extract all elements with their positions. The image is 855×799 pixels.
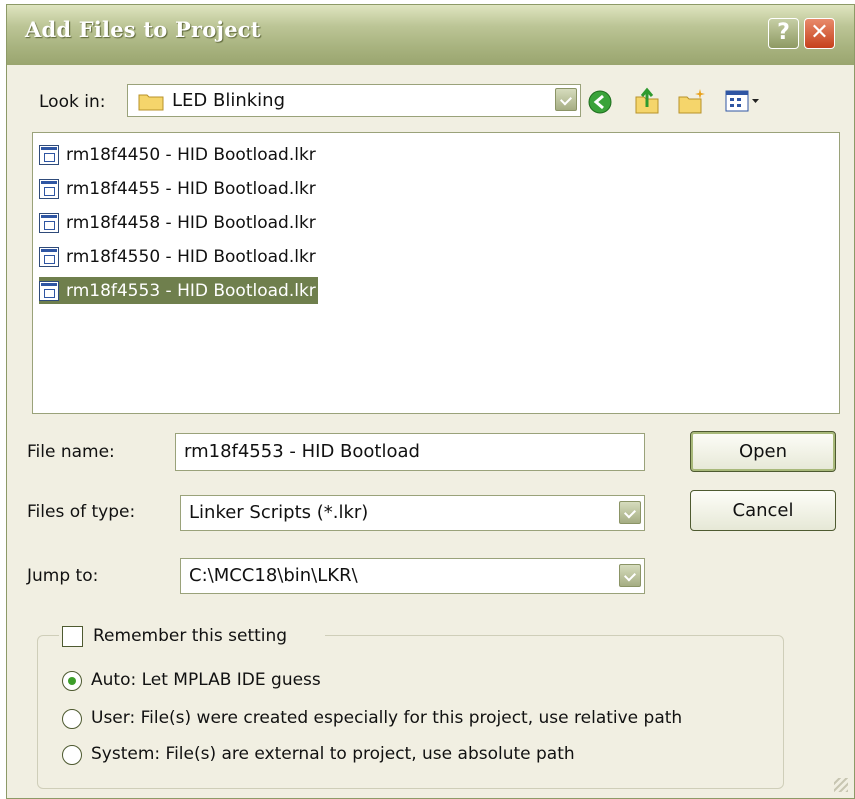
file-item[interactable]: rm18f4550 - HID Bootload.lkr: [39, 243, 318, 270]
cancel-button[interactable]: Cancel: [690, 490, 836, 531]
linker-file-icon: [39, 246, 59, 267]
file-item[interactable]: rm18f4458 - HID Bootload.lkr: [39, 209, 318, 236]
back-icon[interactable]: [587, 89, 613, 115]
file-name-text: rm18f4550 - HID Bootload.lkr: [66, 246, 316, 267]
new-folder-icon[interactable]: [677, 87, 707, 115]
help-button[interactable]: ?: [768, 18, 799, 49]
jump-to-dropdown-icon[interactable]: [619, 564, 641, 587]
linker-file-icon: [39, 144, 59, 165]
auto-radio-label: Auto: Let MPLAB IDE guess: [91, 670, 321, 690]
remember-setting-label: Remember this setting: [93, 626, 288, 646]
file-item[interactable]: rm18f4450 - HID Bootload.lkr: [39, 141, 318, 168]
look-in-dropdown-icon[interactable]: [555, 88, 577, 111]
look-in-combo[interactable]: LED Blinking: [127, 84, 581, 117]
up-folder-icon[interactable]: [633, 85, 661, 115]
jump-to-value: C:\MCC18\bin\LKR\: [189, 565, 358, 586]
linker-file-icon: [39, 212, 59, 233]
file-name-text: rm18f4455 - HID Bootload.lkr: [66, 178, 316, 199]
system-radio-label: System: File(s) are external to project,…: [91, 744, 575, 764]
system-radio[interactable]: [62, 745, 82, 765]
dialog-title: Add Files to Project: [25, 17, 261, 42]
file-list[interactable]: rm18f4450 - HID Bootload.lkr rm18f4455 -…: [32, 132, 840, 414]
files-of-type-value: Linker Scripts (*.lkr): [189, 502, 369, 523]
file-item-selected[interactable]: rm18f4553 - HID Bootload.lkr: [39, 277, 318, 304]
files-of-type-combo[interactable]: Linker Scripts (*.lkr): [180, 495, 645, 531]
file-name-input[interactable]: rm18f4553 - HID Bootload: [175, 433, 645, 471]
look-in-value: LED Blinking: [172, 90, 286, 111]
user-radio-label: User: File(s) were created especially fo…: [91, 708, 683, 728]
remember-setting-checkbox[interactable]: [62, 626, 83, 647]
file-name-text: rm18f4553 - HID Bootload.lkr: [66, 280, 316, 301]
file-name-text: rm18f4458 - HID Bootload.lkr: [66, 212, 316, 233]
linker-file-icon: [39, 280, 59, 301]
look-in-label: Look in:: [39, 92, 106, 112]
file-name-label: File name:: [27, 442, 115, 462]
open-button[interactable]: Open: [690, 431, 836, 472]
views-icon[interactable]: [725, 90, 761, 114]
auto-radio[interactable]: [62, 671, 82, 691]
files-of-type-dropdown-icon[interactable]: [619, 501, 641, 524]
folder-icon: [138, 94, 164, 111]
close-button[interactable]: ✕: [804, 18, 835, 49]
jump-to-combo[interactable]: C:\MCC18\bin\LKR\: [180, 558, 645, 594]
file-name-value: rm18f4553 - HID Bootload: [184, 441, 420, 462]
jump-to-label: Jump to:: [27, 566, 99, 586]
resize-grip-icon[interactable]: [834, 778, 848, 792]
file-name-text: rm18f4450 - HID Bootload.lkr: [66, 144, 316, 165]
linker-file-icon: [39, 178, 59, 199]
add-files-dialog: Add Files to Project ? ✕ Look in: LED Bl…: [6, 4, 855, 799]
files-of-type-label: Files of type:: [27, 502, 136, 522]
file-item[interactable]: rm18f4455 - HID Bootload.lkr: [39, 175, 318, 202]
title-bar[interactable]: Add Files to Project ? ✕: [7, 5, 854, 65]
user-radio[interactable]: [62, 709, 82, 729]
